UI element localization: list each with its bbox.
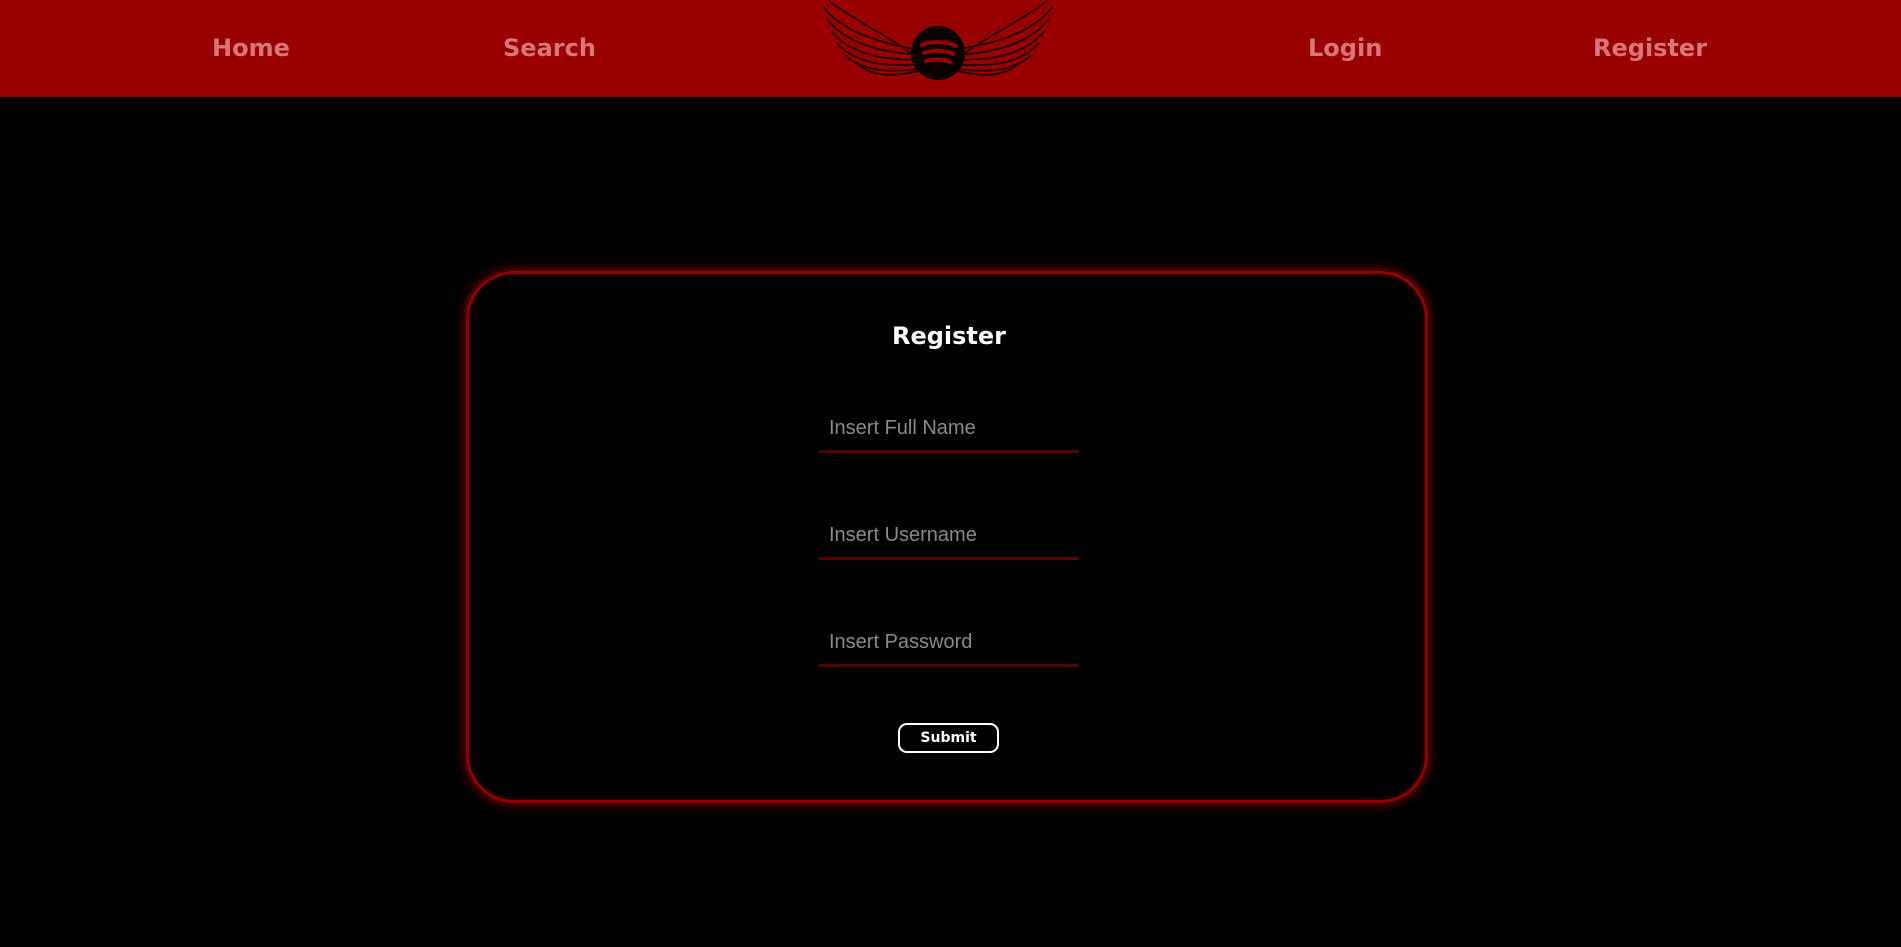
nav-register-link[interactable]: Register	[1593, 0, 1707, 97]
nav-search-link[interactable]: Search	[503, 0, 596, 97]
username-input[interactable]	[819, 514, 1079, 560]
winged-spotify-logo-icon[interactable]	[820, 0, 1056, 82]
submit-button[interactable]: Submit	[898, 723, 999, 753]
nav-home-link[interactable]: Home	[212, 0, 290, 97]
nav-login-link[interactable]: Login	[1308, 0, 1382, 97]
password-input[interactable]	[819, 621, 1079, 667]
top-navbar: Home Search Login Register	[0, 0, 1901, 97]
full-name-input[interactable]	[819, 407, 1079, 453]
register-form-title: Register	[891, 322, 1007, 350]
